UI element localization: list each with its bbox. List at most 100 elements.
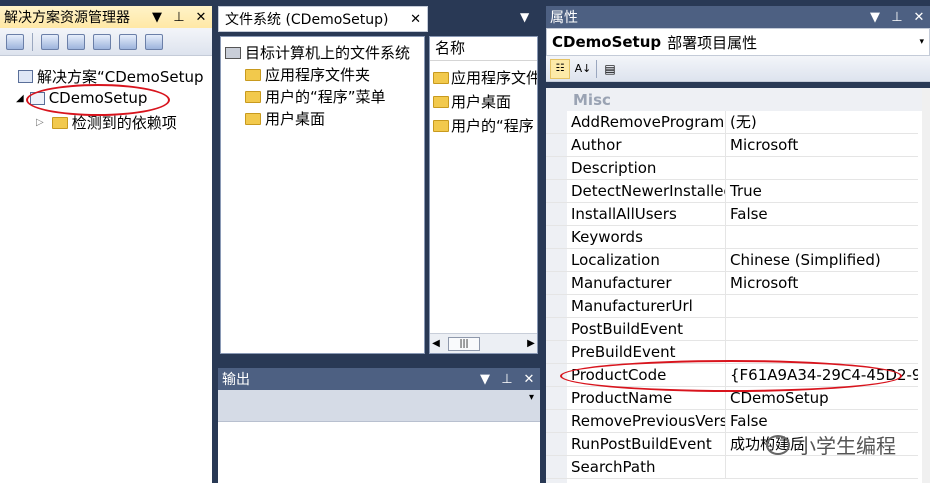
registry-editor-icon[interactable] (119, 33, 137, 50)
close-icon[interactable]: ✕ (522, 372, 536, 387)
pin-icon[interactable]: ⊥ (500, 372, 514, 387)
property-row[interactable]: Keywords (546, 226, 918, 249)
tab-dropdown-icon[interactable]: ▼ (520, 10, 529, 24)
list-item[interactable]: 用户的“程序 (433, 115, 534, 136)
pin-icon[interactable]: ⊥ (890, 10, 904, 25)
dropdown-icon[interactable]: ▼ (478, 372, 492, 387)
expand-arrow-icon[interactable]: ▷ (36, 117, 44, 128)
collapse-arrow-icon[interactable]: ◢ (16, 93, 24, 104)
close-icon[interactable]: ✕ (194, 10, 208, 25)
dropdown-icon[interactable]: ▼ (150, 10, 164, 25)
property-name: SearchPath (546, 456, 726, 478)
folder-icon (433, 119, 449, 132)
property-value[interactable] (726, 318, 918, 340)
vertical-scrollbar[interactable] (922, 88, 930, 483)
watermark-text: 小学生编程 (796, 434, 896, 458)
wechat-icon (766, 434, 790, 455)
computer-icon (225, 46, 241, 59)
property-row[interactable]: InstallAllUsers False (546, 203, 918, 226)
property-name: Localization (546, 249, 726, 271)
overflow-icon[interactable]: ▾ (529, 392, 534, 403)
refresh-icon[interactable] (67, 33, 85, 50)
chevron-down-icon[interactable]: ▾ (919, 37, 924, 47)
column-header-label: 名称 (435, 39, 466, 57)
toolbar-separator (596, 59, 597, 78)
property-value[interactable] (726, 157, 918, 179)
file-system-pane: 文件系统 (CDemoSetup) ✕ ▼ 目标计算机上的文件系统 应用程序文件… (218, 6, 540, 356)
property-row[interactable]: DetectNewerInstalled True (546, 180, 918, 203)
scroll-thumb[interactable]: ||| (448, 336, 480, 351)
property-value[interactable]: False (726, 203, 918, 225)
tab-close-icon[interactable]: ✕ (410, 12, 421, 27)
horizontal-scrollbar[interactable]: ◀ ||| ▶ (430, 333, 537, 353)
property-name: RemovePreviousVersions (546, 410, 726, 432)
property-name: ManufacturerUrl (546, 295, 726, 317)
property-row[interactable]: PostBuildEvent (546, 318, 918, 341)
folder-icon (245, 68, 261, 81)
property-grid: Misc AddRemoveProgram (无) Author Microsoft D… (546, 88, 930, 483)
object-name: CDemoSetup (552, 33, 662, 51)
column-header-name[interactable]: 名称 (430, 37, 537, 61)
folder-label: 应用程序文件夹 (265, 66, 371, 84)
property-row[interactable]: Description (546, 157, 918, 180)
property-row[interactable]: SearchPath (546, 456, 918, 479)
folder-label: 用户的“程序”菜单 (265, 88, 386, 106)
property-name: InstallAllUsers (546, 203, 726, 225)
property-name: Description (546, 157, 726, 179)
properties-title: 属性 (550, 10, 578, 26)
property-row[interactable]: ManufacturerUrl (546, 295, 918, 318)
output-titlebar: 输出 ▼ ⊥ ✕ (218, 368, 540, 390)
solution-icon (18, 70, 33, 83)
dropdown-icon[interactable]: ▼ (868, 10, 882, 25)
pin-icon[interactable]: ⊥ (172, 10, 186, 25)
list-item[interactable]: 应用程序文件夹 (433, 67, 537, 88)
categorized-icon[interactable]: ☷ (550, 58, 570, 79)
output-text[interactable] (218, 422, 540, 483)
file-system-tab[interactable]: 文件系统 (CDemoSetup) ✕ (218, 6, 428, 32)
list-item-label: 应用程序文件夹 (451, 69, 537, 87)
show-all-files-icon[interactable] (41, 33, 59, 50)
property-value[interactable]: True (726, 180, 918, 202)
property-row[interactable]: AddRemoveProgram (无) (546, 111, 918, 134)
file-types-editor-icon[interactable] (145, 33, 163, 50)
property-value[interactable] (726, 295, 918, 317)
scroll-left-icon[interactable]: ◀ (430, 338, 442, 349)
property-value[interactable]: Chinese (Simplified) (726, 249, 918, 271)
property-pages-icon[interactable]: ▤ (600, 59, 620, 79)
list-item-label: 用户桌面 (451, 93, 512, 111)
property-name: RunPostBuildEvent (546, 433, 726, 455)
properties-icon[interactable] (6, 33, 24, 50)
property-row[interactable]: Author Microsoft (546, 134, 918, 157)
scroll-right-icon[interactable]: ▶ (525, 338, 537, 349)
solution-explorer-pane: 解决方案资源管理器 ▼ ⊥ ✕ 解决方案“CDemoSetup ◢ CDemoS… (0, 6, 212, 483)
tree-item-folder[interactable]: 应用程序文件夹 (245, 64, 370, 85)
productcode-highlight-ellipse (560, 360, 902, 392)
property-value[interactable]: Microsoft (726, 272, 918, 294)
folder-icon (433, 71, 449, 84)
category-row[interactable]: Misc (546, 88, 930, 111)
alphabetical-icon[interactable]: A↓ (573, 59, 593, 79)
property-row[interactable]: Localization Chinese (Simplified) (546, 249, 918, 272)
property-value[interactable]: (无) (726, 111, 918, 133)
property-row[interactable]: Manufacturer Microsoft (546, 272, 918, 295)
object-selector[interactable]: CDemoSetup 部署项目属性 ▾ (546, 28, 930, 56)
tree-item-target-fs[interactable]: 目标计算机上的文件系统 (225, 42, 410, 63)
list-item[interactable]: 用户桌面 (433, 91, 511, 112)
solution-explorer-titlebar: 解决方案资源管理器 ▼ ⊥ ✕ (0, 6, 212, 28)
tree-item-folder[interactable]: 用户桌面 (245, 108, 325, 129)
tree-item-folder[interactable]: 用户的“程序”菜单 (245, 86, 386, 107)
object-type: 部署项目属性 (667, 33, 758, 52)
folder-icon (245, 90, 261, 103)
category-label: Misc (573, 91, 611, 109)
property-value[interactable]: False (726, 410, 918, 432)
close-icon[interactable]: ✕ (912, 10, 926, 25)
property-value[interactable] (726, 226, 918, 248)
properties-titlebar: 属性 ▼ ⊥ ✕ (546, 6, 930, 28)
properties-toolbar: ☷ A↓ ▤ (546, 56, 930, 82)
output-pane: 输出 ▼ ⊥ ✕ ▾ (218, 368, 540, 483)
folder-icon (433, 95, 449, 108)
property-value[interactable] (726, 456, 918, 478)
property-value[interactable]: Microsoft (726, 134, 918, 156)
output-title: 输出 (222, 372, 250, 388)
file-system-editor-icon[interactable] (93, 33, 111, 50)
